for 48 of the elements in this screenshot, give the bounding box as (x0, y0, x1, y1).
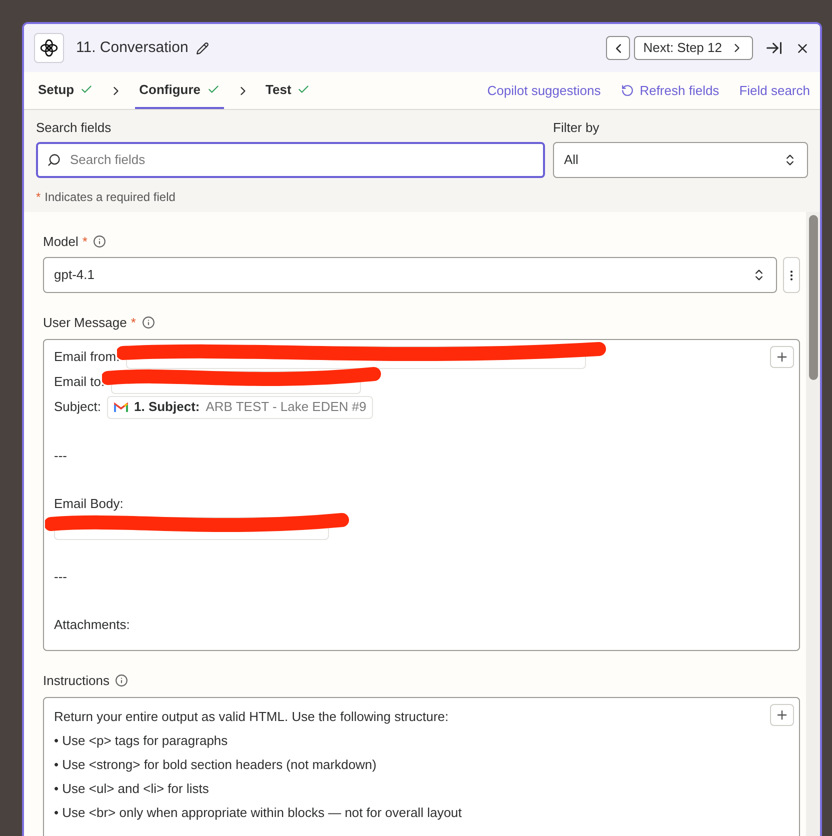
search-icon (47, 152, 61, 166)
filter-label: Filter by (553, 119, 600, 137)
required-asterisk: * (130, 314, 136, 332)
step-tab[interactable]: Test (262, 72, 314, 109)
refresh-icon (620, 84, 634, 97)
search-label: Search fields (36, 119, 112, 137)
instructions-field[interactable] (43, 696, 800, 836)
model-select[interactable]: gpt-4.1 (43, 257, 777, 293)
header-link[interactable]: Field search (739, 72, 810, 109)
message-text: Email Body: (54, 494, 124, 513)
insert-data-button[interactable] (770, 704, 794, 726)
message-text: --- (54, 446, 67, 465)
scrollbar-thumb[interactable] (808, 214, 818, 380)
pencil-icon[interactable] (196, 42, 210, 54)
pill-value: ARB TEST - Lake EDEN #9 (206, 398, 366, 416)
next-step-button[interactable]: Next: Step 12 (634, 36, 753, 60)
mail-m-icon (114, 402, 128, 412)
required-asterisk: * (82, 232, 88, 250)
field-label: User Message (43, 314, 127, 332)
pill-key: 1. Subject: (134, 397, 200, 417)
instruction-line: Return your entire output as valid HTML. Use the following structure: (54, 708, 449, 726)
info-icon[interactable] (115, 674, 128, 688)
previous-step-button[interactable] (606, 36, 630, 60)
plus-icon (775, 350, 789, 364)
instruction-line: • Use <strong> for bold section headers (not markdown) (54, 756, 376, 774)
step-tab[interactable]: Setup (34, 72, 98, 109)
required-note: Indicates a required field (44, 188, 176, 206)
header-link[interactable]: Copilot suggestions (487, 72, 601, 109)
step-title: 11. Conversation (76, 38, 188, 58)
collapse-panel-icon[interactable] (765, 39, 783, 57)
instruction-line: • Use <br> only when appropriate within blocks — not for overall layout (54, 804, 462, 822)
message-label: Email from: (54, 348, 120, 366)
info-icon[interactable] (93, 234, 106, 248)
filter-select[interactable]: All (553, 142, 808, 178)
search-field[interactable]: Search fields (36, 142, 545, 178)
message-text: Attachments: (54, 616, 130, 634)
field-label: Instructions (43, 672, 110, 690)
message-label: Subject: (54, 398, 101, 416)
info-icon[interactable] (142, 316, 155, 330)
field-label: Model (43, 232, 78, 250)
message-text: --- (54, 568, 67, 586)
instruction-line: • Use <ul> and <li> for lists (54, 780, 209, 798)
knot-logo-icon (39, 38, 59, 58)
plus-icon (775, 708, 789, 722)
required-asterisk: * (36, 188, 41, 206)
insert-data-button[interactable] (770, 346, 794, 368)
header-link[interactable]: Refresh fields (620, 72, 720, 109)
instruction-line: • Use <p> tags for paragraphs (54, 732, 228, 750)
